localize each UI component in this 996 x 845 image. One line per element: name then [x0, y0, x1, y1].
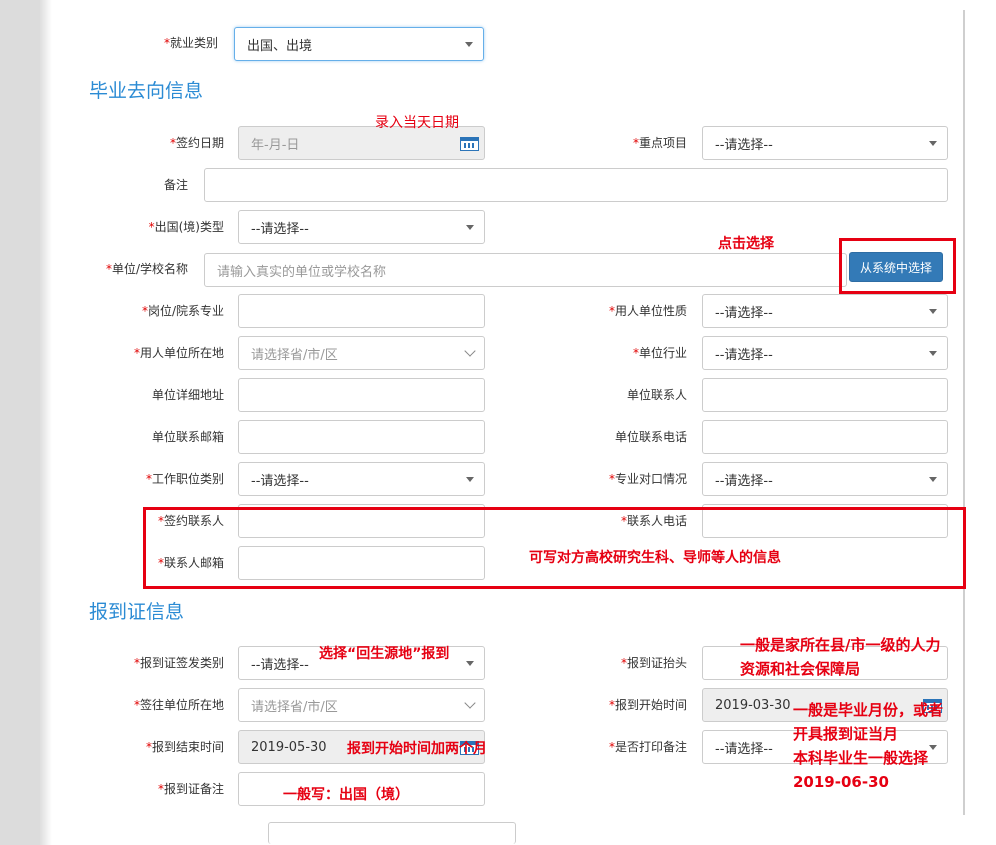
- annotation-choose-origin: 选择“回生源地”报到: [319, 646, 450, 662]
- annotation-header-line1: 一般是家所在县/市一级的人力: [740, 636, 941, 654]
- caret-down-icon: [465, 42, 473, 47]
- left-gutter: [0, 0, 40, 845]
- report-start-label: *报到开始时间: [608, 698, 687, 712]
- annotation-add-two-months: 报到开始时间加两个月: [347, 741, 487, 757]
- employer-nature-label: *用人单位性质: [608, 304, 687, 318]
- annotation-click-select: 点击选择: [718, 236, 774, 252]
- report-header-label: *报到证抬头: [620, 656, 687, 670]
- caret-down-icon: [466, 225, 474, 230]
- report-issue-type-label: *报到证签发类别: [133, 656, 224, 670]
- abroad-type-label: *出国(境)类型: [148, 220, 224, 234]
- annotation-contact-info: 可写对方高校研究生科、导师等人的信息: [529, 550, 781, 566]
- industry-select[interactable]: --请选择--: [702, 336, 948, 370]
- job-category-label: *工作职位类别: [145, 472, 224, 486]
- annotation-start-line2: 开具报到证当月: [793, 725, 899, 743]
- annotation-start-hint: 一般是毕业月份，或者 开具报到证当月 本科毕业生一般选择 2019-06-30: [793, 698, 943, 794]
- abroad-type-select[interactable]: --请选择--: [238, 210, 485, 244]
- org-name-label: *单位/学校名称: [105, 262, 188, 276]
- remark-input[interactable]: [204, 168, 948, 202]
- org-address-label: 单位详细地址: [151, 388, 224, 402]
- calendar-icon[interactable]: [460, 137, 479, 151]
- destination-location-label: *签往单位所在地: [133, 698, 224, 712]
- sign-date-input[interactable]: 年-月-日: [238, 126, 485, 160]
- employment-type-select[interactable]: 出国、出境: [234, 27, 484, 61]
- major-match-label: *专业对口情况: [608, 472, 687, 486]
- panel-shadow: [40, 0, 52, 845]
- scrollbar-track[interactable]: [963, 10, 965, 815]
- employer-location-picker[interactable]: 请选择省/市/区: [238, 336, 485, 370]
- section-title-destination: 毕业去向信息: [89, 80, 204, 102]
- section-title-report: 报到证信息: [89, 601, 185, 623]
- industry-label: *单位行业: [632, 346, 687, 360]
- annotation-start-line3: 本科毕业生一般选择: [793, 749, 929, 767]
- cut-off-input[interactable]: [268, 822, 516, 844]
- annotation-box-contact: [143, 507, 966, 589]
- annotation-header-line2: 资源和社会保障局: [740, 660, 861, 678]
- job-category-select[interactable]: --请选择--: [238, 462, 485, 496]
- destination-location-picker[interactable]: 请选择省/市/区: [238, 688, 485, 722]
- position-major-input[interactable]: [238, 294, 485, 328]
- employer-nature-select[interactable]: --请选择--: [702, 294, 948, 328]
- org-email-input[interactable]: [238, 420, 485, 454]
- org-email-label: 单位联系邮箱: [151, 430, 224, 444]
- annotation-today-date: 录入当天日期: [375, 115, 459, 131]
- caret-down-icon: [929, 309, 937, 314]
- org-name-input[interactable]: 请输入真实的单位或学校名称: [204, 253, 847, 287]
- sign-date-label: *签约日期: [169, 136, 224, 150]
- position-major-label: *岗位/院系专业: [141, 304, 224, 318]
- print-remark-label: *是否打印备注: [608, 740, 687, 754]
- org-contact-input[interactable]: [702, 378, 948, 412]
- major-match-select[interactable]: --请选择--: [702, 462, 948, 496]
- org-address-input[interactable]: [238, 378, 485, 412]
- employment-type-label: *就业类别: [163, 36, 218, 50]
- report-remark-label: *报到证备注: [157, 782, 224, 796]
- chevron-down-icon: [464, 697, 476, 709]
- annotation-start-line4: 2019-06-30: [793, 773, 889, 791]
- org-phone-input[interactable]: [702, 420, 948, 454]
- key-project-select[interactable]: --请选择--: [702, 126, 948, 160]
- caret-down-icon: [466, 477, 474, 482]
- caret-down-icon: [929, 351, 937, 356]
- caret-down-icon: [929, 141, 937, 146]
- caret-down-icon: [929, 477, 937, 482]
- key-project-label: *重点项目: [632, 136, 687, 150]
- report-end-label: *报到结束时间: [145, 740, 224, 754]
- annotation-remark-hint: 一般写：出国（境）: [283, 787, 409, 803]
- annotation-start-line1: 一般是毕业月份，或者: [793, 701, 944, 719]
- org-phone-label: 单位联系电话: [614, 430, 687, 444]
- chevron-down-icon: [464, 345, 476, 357]
- employer-location-label: *用人单位所在地: [133, 346, 224, 360]
- caret-down-icon: [466, 661, 474, 666]
- remark-label: 备注: [163, 178, 188, 192]
- annotation-header-hint: 一般是家所在县/市一级的人力 资源和社会保障局: [740, 633, 940, 681]
- org-contact-label: 单位联系人: [626, 388, 687, 402]
- annotation-box-select-button: [839, 238, 956, 294]
